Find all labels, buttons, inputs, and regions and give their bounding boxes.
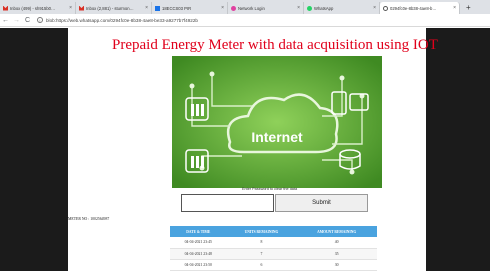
tab-whatsapp[interactable]: WhatsApp × <box>304 2 380 14</box>
table-row: 04-04-2021 23:48 7 35 <box>170 248 377 260</box>
cell-date-time: 04-04-2021 23:45 <box>170 237 227 249</box>
cell-units: 7 <box>226 248 297 260</box>
header-units-remaining: UNITS REMAINING <box>226 226 297 237</box>
header-amount-remaining: AMOUNT REMAINING <box>296 226 377 237</box>
close-icon[interactable]: × <box>67 5 72 11</box>
password-input[interactable] <box>181 194 274 212</box>
url-text: blob:https://web.whatsapp.com/0294fc0e-8… <box>46 17 198 23</box>
globe-icon <box>383 5 388 11</box>
password-caption: Enter Password to clear the data <box>242 187 298 191</box>
info-icon[interactable]: i <box>37 17 43 23</box>
tab-inbox-2[interactable]: Inbox (2,881) - sturmon… × <box>76 2 152 14</box>
table-row: 04-04-2021 23:45 8 40 <box>170 237 377 249</box>
page-title: Prepaid Energy Meter with data acquisiti… <box>112 37 438 53</box>
close-icon[interactable]: × <box>219 5 224 11</box>
doc-icon <box>155 5 160 11</box>
tab-label: Network Login <box>238 5 265 11</box>
tab-label: 18ECCS03 PIR <box>162 5 192 11</box>
meter-number: METER NO : 1002564987 <box>68 217 110 221</box>
close-icon[interactable]: × <box>451 5 456 11</box>
close-icon[interactable]: × <box>371 5 376 11</box>
right-dark-panel <box>426 28 490 271</box>
gmail-icon <box>79 5 84 11</box>
cell-units: 8 <box>226 237 297 249</box>
cell-units: 6 <box>226 259 297 271</box>
heart-icon <box>231 5 236 11</box>
address-bar[interactable]: i blob:https://web.whatsapp.com/0294fc0e… <box>37 16 482 25</box>
tab-active-blob[interactable]: 0294fc0e-8b38-4ae8-b… × <box>380 2 460 14</box>
internet-label: Internet <box>251 129 303 145</box>
submit-button[interactable]: Submit <box>275 194 368 212</box>
browser-toolbar: ← → C i blob:https://web.whatsapp.com/02… <box>0 14 490 27</box>
readings-table: DATE & TIME UNITS REMAINING AMOUNT REMAI… <box>170 226 377 271</box>
tab-label: WhatsApp <box>314 5 334 11</box>
gmail-icon <box>3 5 8 11</box>
forward-arrow-icon[interactable]: → <box>11 15 22 26</box>
new-tab-button[interactable]: + <box>460 2 477 14</box>
tab-label: Inbox (2,881) - sturmon… <box>86 5 134 11</box>
tab-label: 0294fc0e-8b38-4ae8-b… <box>390 5 437 11</box>
cell-date-time: 04-04-2021 23:50 <box>170 259 227 271</box>
tab-pir[interactable]: 18ECCS03 PIR × <box>152 2 228 14</box>
tab-label: Inbox (499) - sh915b0… <box>10 5 56 11</box>
cell-amount: 40 <box>296 237 377 249</box>
close-icon[interactable]: × <box>295 5 300 11</box>
left-dark-panel <box>0 28 68 271</box>
whatsapp-icon <box>307 5 312 11</box>
cell-amount: 30 <box>296 259 377 271</box>
table-row: 04-04-2021 23:50 6 30 <box>170 259 377 271</box>
table-header-row: DATE & TIME UNITS REMAINING AMOUNT REMAI… <box>170 226 377 237</box>
cell-amount: 35 <box>296 248 377 260</box>
page-viewport: Prepaid Energy Meter with data acquisiti… <box>0 28 490 271</box>
tab-inbox-1[interactable]: Inbox (499) - sh915b0… × <box>0 2 76 14</box>
tab-network-login[interactable]: Network Login × <box>228 2 304 14</box>
close-icon[interactable]: × <box>143 5 148 11</box>
back-arrow-icon[interactable]: ← <box>0 15 11 26</box>
reload-icon[interactable]: C <box>22 15 33 26</box>
header-date-time: DATE & TIME <box>170 226 227 237</box>
page-content: Prepaid Energy Meter with data acquisiti… <box>68 28 438 271</box>
internet-cloud-illustration: Internet <box>172 56 382 188</box>
browser-tab-strip: Inbox (499) - sh915b0… × Inbox (2,881) -… <box>0 0 490 14</box>
cell-date-time: 04-04-2021 23:48 <box>170 248 227 260</box>
